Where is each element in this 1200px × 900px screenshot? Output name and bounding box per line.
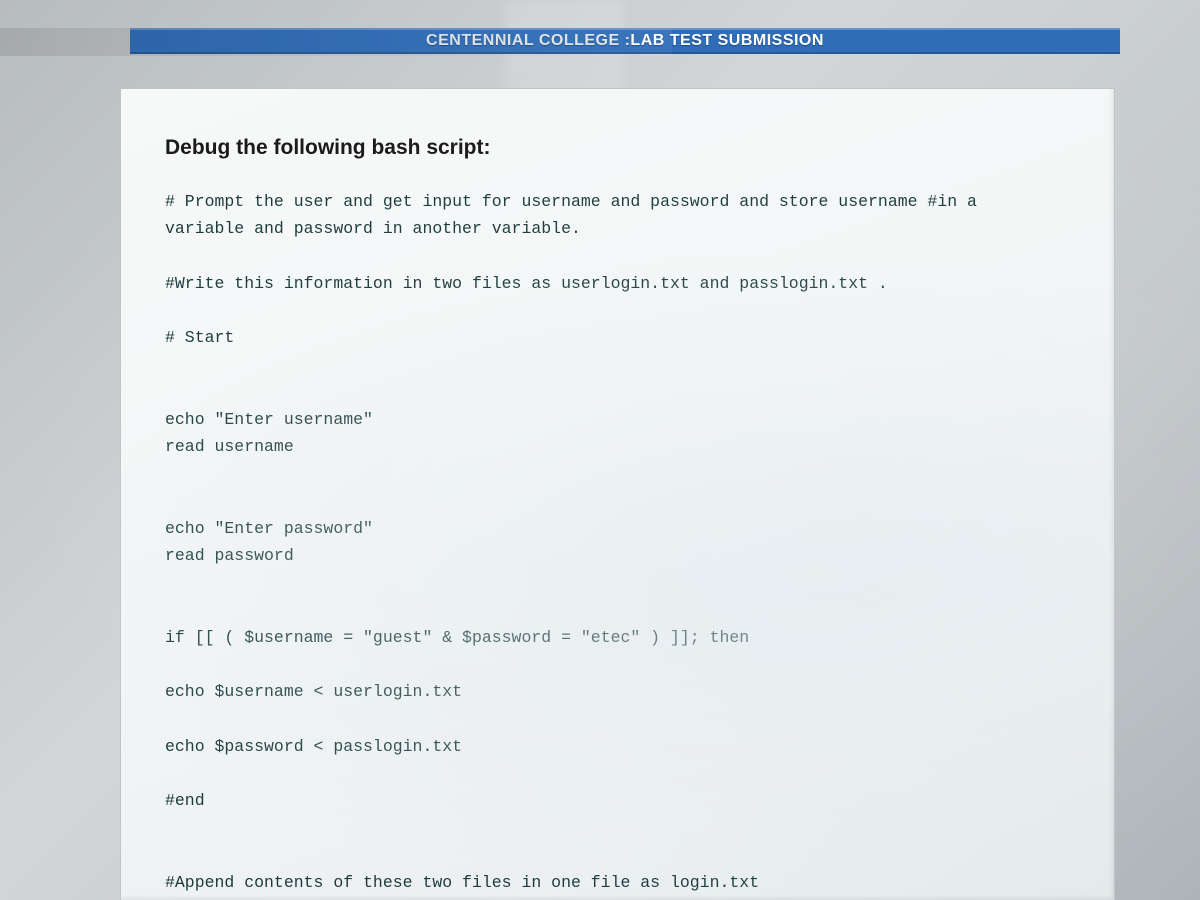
stage: CENTENNIAL COLLEGE : LAB TEST SUBMISSION… <box>0 0 1200 900</box>
header-title-part1: CENTENNIAL COLLEGE : <box>426 32 630 50</box>
header-title-part2: LAB TEST SUBMISSION <box>630 32 824 50</box>
question-heading: Debug the following bash script: <box>165 135 1070 160</box>
document-sheet: Debug the following bash script: # Promp… <box>120 88 1115 900</box>
bash-code-block: # Prompt the user and get input for user… <box>165 188 1070 900</box>
header-bar: CENTENNIAL COLLEGE : LAB TEST SUBMISSION <box>130 28 1120 54</box>
page-header: CENTENNIAL COLLEGE : LAB TEST SUBMISSION <box>0 28 1200 54</box>
